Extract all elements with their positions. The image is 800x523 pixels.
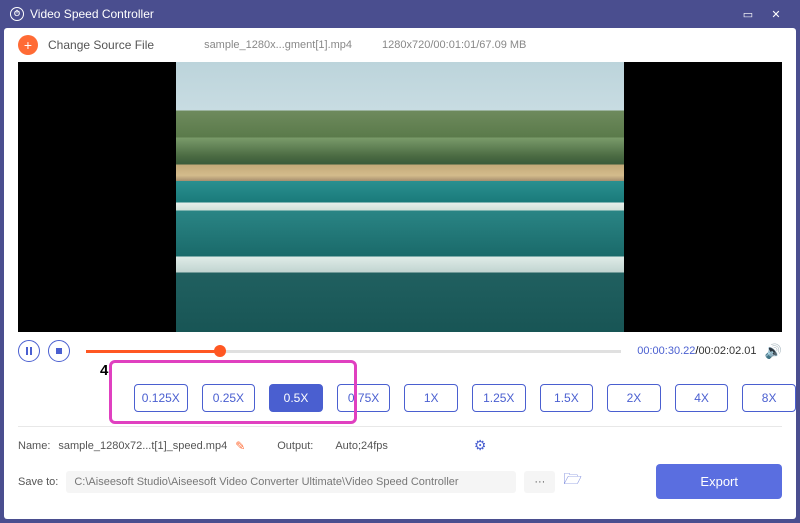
pause-button[interactable]	[18, 340, 40, 362]
speed-button-0-125x[interactable]: 0.125X	[134, 384, 188, 412]
speed-button-2x[interactable]: 2X	[607, 384, 661, 412]
bottom-panel: Name: sample_1280x72...t[1]_speed.mp4 ✎ …	[4, 427, 796, 509]
close-button[interactable]: ✕	[762, 4, 790, 24]
toolbar: + Change Source File sample_1280x...gmen…	[4, 28, 796, 62]
save-to-label: Save to:	[18, 476, 58, 488]
edit-name-icon[interactable]: ✎	[235, 439, 245, 453]
open-folder-icon[interactable]: 🗁	[563, 469, 582, 494]
speed-button-0-75x[interactable]: 0.75X	[337, 384, 391, 412]
seek-bar[interactable]	[86, 350, 621, 353]
volume-icon[interactable]: 🔊	[765, 343, 782, 360]
app-title: Video Speed Controller	[30, 7, 154, 21]
stop-button[interactable]	[48, 340, 70, 362]
change-source-link[interactable]: Change Source File	[48, 38, 154, 52]
name-label: Name:	[18, 440, 50, 452]
browse-button[interactable]: ···	[524, 471, 555, 493]
seek-progress	[86, 350, 220, 353]
content-area: + Change Source File sample_1280x...gmen…	[4, 28, 796, 519]
output-format: Auto;24fps	[335, 440, 388, 452]
speed-button-1x[interactable]: 1X	[404, 384, 458, 412]
speed-button-0-5x[interactable]: 0.5X	[269, 384, 323, 412]
seek-thumb[interactable]	[214, 345, 226, 357]
app-icon: ⏱	[10, 7, 24, 21]
playback-controls: 00:00:30.22/00:02:02.01 🔊	[4, 332, 796, 370]
video-frame	[176, 62, 624, 332]
speed-options: 4 0.125X0.25X0.5X0.75X1X1.25X1.5X2X4X8X	[4, 370, 796, 426]
speed-button-4x[interactable]: 4X	[675, 384, 729, 412]
speed-button-1-5x[interactable]: 1.5X	[540, 384, 594, 412]
speed-button-1-25x[interactable]: 1.25X	[472, 384, 526, 412]
speed-button-0-25x[interactable]: 0.25X	[202, 384, 256, 412]
save-path-field[interactable]: C:\Aiseesoft Studio\Aiseesoft Video Conv…	[66, 471, 516, 493]
output-filename: sample_1280x72...t[1]_speed.mp4	[58, 440, 227, 452]
source-filename: sample_1280x...gment[1].mp4	[204, 39, 352, 51]
output-label: Output:	[277, 440, 313, 452]
playback-time: 00:00:30.22/00:02:02.01	[637, 345, 756, 357]
speed-button-8x[interactable]: 8X	[742, 384, 796, 412]
video-preview[interactable]	[18, 62, 782, 332]
app-window: ⏱ Video Speed Controller ▭ ✕ + Change So…	[0, 0, 800, 523]
minimize-button[interactable]: ▭	[734, 4, 762, 24]
titlebar: ⏱ Video Speed Controller ▭ ✕	[0, 0, 800, 28]
export-button[interactable]: Export	[656, 464, 782, 499]
add-file-button[interactable]: +	[18, 35, 38, 55]
gear-icon[interactable]: ⚙	[474, 437, 487, 454]
source-info: 1280x720/00:01:01/67.09 MB	[382, 39, 526, 51]
annotation-number: 4	[100, 362, 108, 379]
